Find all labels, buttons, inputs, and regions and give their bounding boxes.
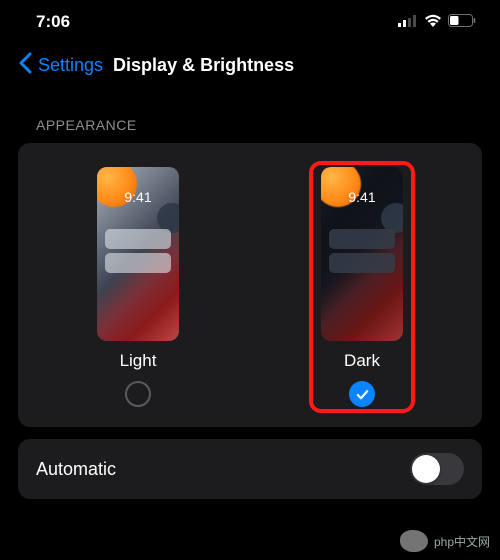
back-button[interactable]: Settings [38, 55, 103, 76]
watermark: php中文网 [400, 530, 490, 552]
checkmark-icon [355, 387, 370, 402]
appearance-section-header: APPEARANCE [0, 93, 500, 143]
appearance-option-light[interactable]: 9:41 Light [85, 161, 191, 413]
light-label: Light [120, 351, 157, 371]
navigation-bar: Settings Display & Brightness [0, 40, 500, 93]
php-elephant-icon [400, 530, 428, 552]
dark-preview: 9:41 [321, 167, 403, 341]
preview-time: 9:41 [97, 189, 179, 205]
appearance-option-dark[interactable]: 9:41 Dark [309, 161, 415, 413]
appearance-panel: 9:41 Light 9:41 Dark [18, 143, 482, 427]
light-preview: 9:41 [97, 167, 179, 341]
wifi-icon [424, 12, 442, 32]
status-bar: 7:06 [0, 0, 500, 40]
automatic-toggle[interactable] [410, 453, 464, 485]
automatic-row: Automatic [18, 439, 482, 499]
light-radio[interactable] [125, 381, 151, 407]
status-time: 7:06 [36, 12, 70, 32]
toggle-knob [412, 455, 440, 483]
status-indicators [398, 12, 476, 32]
back-chevron-icon[interactable] [18, 52, 32, 79]
signal-icon [398, 12, 418, 32]
watermark-text: php中文网 [434, 533, 490, 550]
preview-time: 9:41 [321, 189, 403, 205]
dark-radio[interactable] [349, 381, 375, 407]
battery-icon [448, 12, 476, 32]
automatic-label: Automatic [36, 459, 116, 480]
page-title: Display & Brightness [113, 55, 294, 76]
dark-label: Dark [344, 351, 380, 371]
